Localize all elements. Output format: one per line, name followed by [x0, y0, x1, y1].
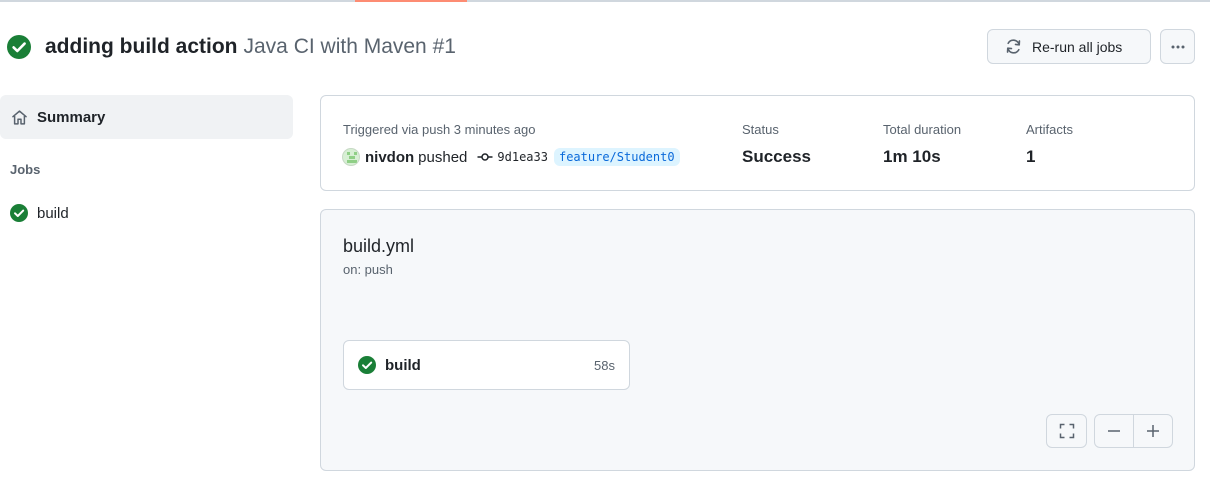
run-summary-card: Triggered via push 3 minutes ago nivdon … — [320, 95, 1195, 191]
duration-stat: Total duration 1m 10s — [883, 122, 961, 167]
branch-label[interactable]: feature/Student0 — [553, 148, 680, 166]
fullscreen-icon — [1059, 423, 1074, 439]
zoom-out-button[interactable] — [1094, 414, 1134, 448]
status-value: Success — [742, 147, 811, 166]
job-duration: 58s — [594, 357, 615, 373]
sidebar-item-label: build — [37, 204, 69, 222]
zoom-in-icon — [1147, 425, 1159, 437]
workflow-trigger: on: push — [343, 262, 393, 277]
sidebar-item-label: Summary — [37, 108, 106, 126]
sidebar-jobs-heading: Jobs — [10, 162, 41, 177]
active-tab-indicator — [355, 0, 467, 2]
trigger-info: Triggered via push 3 minutes ago — [343, 122, 536, 137]
workflow-run-label: Java CI with Maven #1 — [243, 35, 456, 58]
sync-icon — [1006, 39, 1021, 54]
avatar[interactable] — [342, 148, 360, 166]
artifacts-value[interactable]: 1 — [1026, 147, 1073, 167]
rerun-label: Re-run all jobs — [1032, 38, 1123, 55]
commit-info: nivdon pushed 9d1ea33 feature/Student0 — [342, 148, 680, 166]
kebab-horizontal-icon — [1171, 45, 1184, 48]
artifacts-label: Artifacts — [1026, 122, 1073, 137]
actor-link[interactable]: nivdon — [365, 149, 414, 166]
status-label: Status — [742, 122, 779, 137]
sidebar-item-summary[interactable]: Summary — [0, 95, 293, 139]
duration-label: Total duration — [883, 122, 962, 137]
workflow-graph: build.yml on: push build 58s — [320, 209, 1195, 471]
run-header: adding build action Java CI with Maven #… — [7, 33, 456, 61]
zoom-in-button[interactable] — [1133, 414, 1173, 448]
more-options-button[interactable] — [1160, 29, 1195, 64]
job-node-build[interactable]: build 58s — [343, 340, 630, 390]
workflow-file-name: build.yml — [343, 236, 415, 256]
check-circle-fill-icon — [10, 204, 28, 222]
home-icon — [12, 109, 27, 125]
commit-sha-link[interactable]: 9d1ea33 — [497, 150, 548, 164]
git-commit-icon — [477, 153, 493, 161]
sidebar-item-build[interactable]: build — [10, 204, 69, 222]
artifacts-stat: Artifacts 1 — [1026, 122, 1073, 167]
check-circle-fill-icon — [7, 35, 31, 59]
status-stat: Status Success — [742, 122, 811, 167]
top-border — [0, 0, 1210, 2]
run-title: adding build action — [45, 35, 238, 58]
rerun-all-jobs-button[interactable]: Re-run all jobs — [987, 29, 1151, 64]
identicon-icon — [347, 152, 357, 163]
fullscreen-button[interactable] — [1046, 414, 1087, 448]
check-circle-fill-icon — [358, 356, 376, 374]
duration-value: 1m 10s — [883, 147, 941, 166]
zoom-out-icon — [1108, 430, 1120, 432]
job-name: build — [385, 356, 421, 374]
event-text: pushed — [418, 148, 468, 166]
